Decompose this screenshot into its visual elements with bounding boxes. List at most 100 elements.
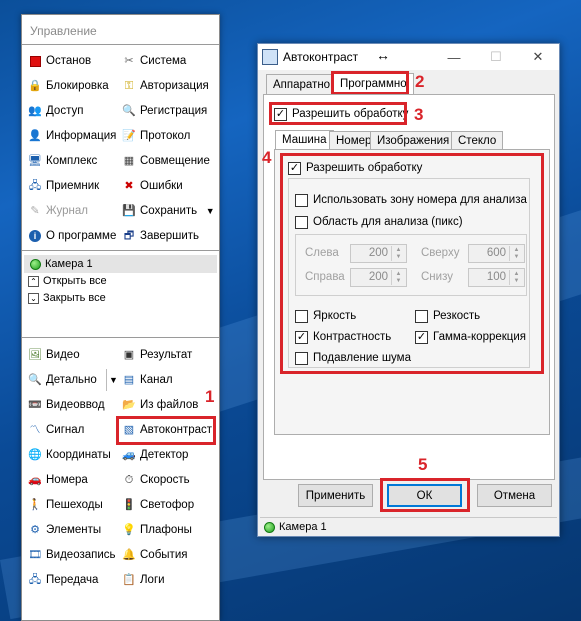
network-icon: 🖧 — [28, 573, 42, 586]
signal-button[interactable]: 〽 Сигнал — [28, 419, 85, 441]
save-icon: 💾 — [122, 204, 136, 217]
left-spinbox[interactable]: 200 ▲ ▼ — [350, 244, 407, 263]
close-button[interactable]: ✕ — [517, 44, 559, 70]
dropdown-arrow-icon[interactable]: ▼ — [109, 375, 118, 385]
analysis-area-checkbox[interactable]: Область для анализа (пикс) — [295, 214, 463, 230]
title-bar[interactable]: Автоконтраст ↔ — ☐ ✕ — [258, 44, 559, 70]
spin-down-icon[interactable]: ▼ — [391, 253, 405, 261]
detail-button[interactable]: 🔍 Детально — [28, 369, 97, 391]
spin-up-icon[interactable]: ▲ — [509, 270, 523, 278]
spin-down-icon[interactable]: ▼ — [509, 253, 523, 261]
events-button[interactable]: 🔔 События — [122, 544, 187, 566]
annotation-number-3: 3 — [414, 105, 424, 124]
status-bar: Камера 1 — [260, 517, 557, 536]
tab-hardware[interactable]: Аппаратно — [266, 74, 338, 94]
detector-button[interactable]: 🚙 Детектор — [122, 444, 188, 466]
elements-button[interactable]: ⚙ Элементы — [28, 519, 101, 541]
spin-down-icon[interactable]: ▼ — [391, 277, 405, 285]
errors-button[interactable]: ✖ Ошибки — [122, 175, 182, 197]
channel-icon: ▤ — [123, 373, 135, 386]
receiver-button[interactable]: 🖧 Приемник — [28, 175, 99, 197]
complex-button[interactable]: 🖥 Комплекс — [28, 150, 97, 172]
subtab-images[interactable]: Изображения — [370, 131, 457, 149]
speed-button[interactable]: ⏱ Скорость — [122, 469, 190, 491]
camera-list-item[interactable]: Камера 1 — [24, 255, 217, 273]
bottom-spinbox[interactable]: 100 ▲ ▼ — [468, 268, 525, 287]
checkbox-checked-icon: ✓ — [295, 330, 308, 344]
camera-status-icon — [30, 258, 41, 270]
information-button[interactable]: 👤 Информация — [28, 125, 116, 147]
journal-button[interactable]: ✎ Журнал — [28, 200, 88, 222]
inner-enable-processing-checkbox[interactable]: ✓ Разрешить обработку — [288, 160, 422, 176]
sharpness-checkbox[interactable]: Резкость — [415, 308, 480, 324]
spin-up-icon[interactable]: ▲ — [509, 246, 523, 254]
alignment-button[interactable]: ▦ Совмещение — [122, 150, 210, 172]
open-all-button[interactable]: ⌃ Открыть все — [28, 273, 107, 289]
spin-up-icon[interactable]: ▲ — [391, 270, 405, 278]
registration-button[interactable]: 🔍 Регистрация — [122, 100, 207, 122]
close-all-button[interactable]: ⌄ Закрыть все — [28, 290, 106, 306]
maximize-button[interactable]: ☐ — [475, 44, 517, 70]
pedestrians-button[interactable]: 🚶 Пешеходы — [28, 494, 103, 516]
logs-button[interactable]: 📋 Логи — [122, 569, 164, 591]
detector-icon: 🚙 — [122, 448, 136, 461]
lamps-button[interactable]: 💡 Плафоны — [122, 519, 192, 541]
app-icon — [262, 49, 278, 65]
traffic-light-button[interactable]: 🚦 Светофор — [122, 494, 194, 516]
alignment-icon: ▦ — [123, 154, 135, 167]
monitor-icon: 🖥 — [28, 154, 42, 167]
video-button[interactable]: 🖼 Видео — [28, 344, 80, 366]
exit-icon: 🗗 — [123, 229, 135, 242]
apply-button[interactable]: Применить — [298, 484, 373, 507]
receiver-icon: 🖧 — [28, 179, 42, 192]
left-label: Слева — [305, 247, 339, 259]
dropdown-arrow-icon[interactable]: ▼ — [203, 204, 217, 218]
bell-icon: 🔔 — [122, 548, 136, 561]
recording-button[interactable]: 🎞 Видеозапись — [28, 544, 116, 566]
user-info-icon: 👤 — [28, 129, 42, 142]
use-plate-zone-checkbox[interactable]: Использовать зону номера для анализа — [295, 192, 527, 208]
top-spinbox[interactable]: 600 ▲ ▼ — [468, 244, 525, 263]
spin-up-icon[interactable]: ▲ — [391, 246, 405, 254]
from-files-button[interactable]: 📂 Из файлов — [122, 394, 198, 416]
coordinates-button[interactable]: 🌐 Координаты — [28, 444, 111, 466]
info-icon: i — [28, 229, 42, 243]
recording-icon: 🎞 — [28, 548, 42, 561]
lock-icon: 🔒 — [28, 79, 42, 92]
software-tab-pane: ✓ Разрешить обработку 3 Машина Номер Изо… — [263, 94, 555, 480]
lock-button[interactable]: 🔒 Блокировка — [28, 75, 109, 97]
panel-title: Управление — [30, 24, 97, 38]
speed-icon: ⏱ — [124, 473, 134, 486]
protocol-button[interactable]: 📝 Протокол — [122, 125, 190, 147]
transfer-button[interactable]: 🖧 Передача — [28, 569, 99, 591]
save-button[interactable]: 💾 Сохранить ▼ — [122, 200, 217, 222]
noise-suppression-checkbox[interactable]: Подавление шума — [295, 350, 411, 366]
about-button[interactable]: i О программе — [28, 225, 116, 247]
spin-down-icon[interactable]: ▼ — [509, 277, 523, 285]
gamma-correction-checkbox[interactable]: ✓ Гамма-коррекция — [415, 329, 526, 345]
subtab-glass[interactable]: Стекло — [451, 131, 504, 149]
cancel-button[interactable]: Отмена — [477, 484, 552, 507]
system-button[interactable]: ✂ Система — [122, 50, 186, 72]
access-button[interactable]: 👥 Доступ — [28, 100, 83, 122]
plates-button[interactable]: 🚗 Номера — [28, 469, 88, 491]
plates-icon: 🚗 — [28, 473, 42, 486]
annotation-number-5: 5 — [418, 455, 428, 474]
minimize-button[interactable]: — — [433, 44, 475, 70]
exit-button[interactable]: 🗗 Завершить — [122, 225, 199, 247]
collapse-icon: ⌄ — [28, 292, 39, 304]
channel-button[interactable]: ▤ Канал — [122, 369, 173, 391]
stop-button[interactable]: Останов — [28, 50, 91, 72]
contrast-checkbox[interactable]: ✓ Контрастность — [295, 329, 391, 345]
autocontrast-dialog: Автоконтраст ↔ — ☐ ✕ Аппаратно Программн… — [257, 43, 560, 537]
authorization-button[interactable]: ⚿ Авторизация — [122, 75, 209, 97]
result-button[interactable]: ▣ Результат — [122, 344, 193, 366]
right-spinbox[interactable]: 200 ▲ ▼ — [350, 268, 407, 287]
control-panel: Управление Останов ✂ Система 🔒 Блокировк… — [21, 14, 220, 621]
subtab-car[interactable]: Машина — [275, 130, 334, 149]
checkbox-unchecked-icon — [295, 351, 308, 365]
software-tab-highlight — [331, 71, 409, 95]
brightness-checkbox[interactable]: Яркость — [295, 308, 356, 324]
checkbox-unchecked-icon — [295, 309, 308, 323]
video-input-button[interactable]: 📼 Видеоввод — [28, 394, 104, 416]
